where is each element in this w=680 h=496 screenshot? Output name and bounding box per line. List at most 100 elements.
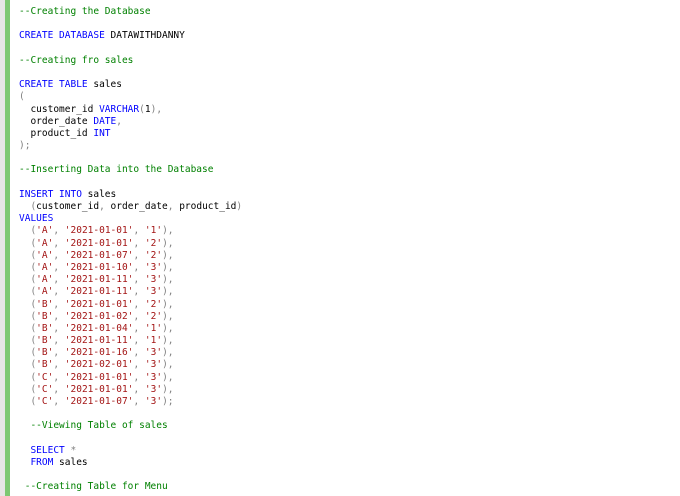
punctuation-token: ), <box>162 347 174 359</box>
code-line[interactable]: ('C', '2021-01-01', '3'), <box>19 384 680 396</box>
punctuation-token: , <box>53 225 65 237</box>
code-line[interactable] <box>19 433 680 445</box>
comment-token: --Inserting Data into the Database <box>19 164 214 176</box>
punctuation-token: ), <box>162 322 174 334</box>
punctuation-token: ( <box>19 310 37 322</box>
punctuation-token: ), <box>162 383 174 395</box>
string-token: '2021-01-02' <box>64 310 134 322</box>
string-token: '1' <box>144 225 163 237</box>
string-token: '3' <box>144 383 163 395</box>
code-line[interactable]: ('C', '2021-01-01', '3'), <box>19 372 680 384</box>
code-line[interactable]: order_date DATE, <box>19 116 680 128</box>
code-line[interactable]: ('A', '2021-01-11', '3'), <box>19 286 680 298</box>
punctuation-token: , <box>133 261 145 273</box>
code-line[interactable]: ('A', '2021-01-11', '3'), <box>19 274 680 286</box>
string-token: '2021-01-01' <box>64 298 134 310</box>
code-line[interactable]: ('B', '2021-01-01', '2'), <box>19 299 680 311</box>
punctuation-token: , <box>53 396 65 407</box>
code-line[interactable]: ('A', '2021-01-01', '1'), <box>19 225 680 237</box>
code-line[interactable]: --Inserting Data into the Database <box>19 164 680 176</box>
keyword-token: SELECT <box>19 444 71 456</box>
code-line[interactable]: ( <box>19 91 680 103</box>
code-line[interactable]: ('B', '2021-01-16', '3'), <box>19 347 680 359</box>
punctuation-token: , <box>133 371 145 383</box>
code-line[interactable]: --Viewing Table of sales <box>19 420 680 432</box>
punctuation-token: , <box>53 286 65 298</box>
punctuation-token: ), <box>162 371 174 383</box>
code-line[interactable]: ('A', '2021-01-07', '2'), <box>19 250 680 262</box>
string-token: 'B' <box>36 359 54 371</box>
punctuation-token: , <box>116 115 122 127</box>
punctuation-token: , <box>53 274 65 286</box>
code-line[interactable]: --Creating the Database <box>19 6 680 18</box>
code-line[interactable] <box>19 43 680 55</box>
identifier-token: product_id <box>19 127 94 139</box>
string-token: '2021-01-01' <box>64 225 134 237</box>
string-token: 'A' <box>36 274 54 286</box>
punctuation-token: , <box>133 396 145 407</box>
keyword-token: DATE <box>93 115 117 127</box>
code-line[interactable] <box>19 177 680 189</box>
code-line[interactable] <box>19 469 680 481</box>
string-token: 'A' <box>36 249 54 261</box>
punctuation-token: , <box>133 359 145 371</box>
string-token: 'B' <box>36 298 54 310</box>
string-token: '2' <box>144 310 163 322</box>
code-line[interactable]: ('B', '2021-01-04', '1'), <box>19 323 680 335</box>
code-line[interactable]: CREATE TABLE sales <box>19 79 680 91</box>
punctuation-token: ( <box>19 396 37 407</box>
punctuation-token: , <box>133 310 145 322</box>
punctuation-token: ) <box>236 201 243 212</box>
string-token: '2' <box>144 249 163 261</box>
code-line[interactable]: --Creating Table for Menu <box>19 481 680 493</box>
code-line[interactable]: (customer_id, order_date, product_id) <box>19 201 680 213</box>
code-line[interactable]: ); <box>19 140 680 152</box>
punctuation-token: ( <box>19 286 37 298</box>
code-line[interactable]: ('B', '2021-02-01', '3'), <box>19 359 680 371</box>
identifier-token: sales <box>59 456 88 468</box>
punctuation-token: , <box>133 383 145 395</box>
identifier-token: product_id <box>179 201 237 212</box>
code-line[interactable] <box>19 408 680 420</box>
punctuation-token: ), <box>162 298 174 310</box>
punctuation-token: ( <box>19 249 37 261</box>
string-token: 'A' <box>36 225 54 237</box>
code-line[interactable]: VALUES <box>19 213 680 225</box>
punctuation-token: , <box>53 383 65 395</box>
sql-code-editor[interactable]: --Creating the Database CREATE DATABASE … <box>19 6 680 494</box>
code-line[interactable]: ('B', '2021-01-02', '2'), <box>19 311 680 323</box>
keyword-token: VALUES <box>19 213 54 225</box>
code-line[interactable]: ('B', '2021-01-11', '1'), <box>19 335 680 347</box>
punctuation-token: ); <box>19 140 31 152</box>
code-line[interactable]: ('A', '2021-01-01', '2'), <box>19 238 680 250</box>
keyword-token: CREATE TABLE <box>19 79 94 91</box>
punctuation-token: , <box>133 249 145 261</box>
code-line[interactable]: --Creating fro sales <box>19 55 680 67</box>
code-line[interactable]: ('A', '2021-01-10', '3'), <box>19 262 680 274</box>
punctuation-token: , <box>53 347 65 359</box>
string-token: 'B' <box>36 310 54 322</box>
comment-token: --Viewing Table of sales <box>19 420 168 432</box>
code-line[interactable]: ('C', '2021-01-07', '3'); <box>19 396 680 408</box>
punctuation-token: , <box>53 359 65 371</box>
code-line[interactable]: FROM sales <box>19 457 680 469</box>
identifier-token: customer_id <box>36 201 100 212</box>
code-line[interactable]: CREATE DATABASE DATAWITHDANNY <box>19 30 680 42</box>
comment-token: --Creating fro sales <box>19 54 134 66</box>
code-line[interactable] <box>19 67 680 79</box>
code-line[interactable]: INSERT INTO sales <box>19 189 680 201</box>
code-line[interactable]: customer_id VARCHAR(1), <box>19 104 680 116</box>
code-line[interactable]: product_id INT <box>19 128 680 140</box>
string-token: 'B' <box>36 335 54 347</box>
code-line[interactable] <box>19 18 680 30</box>
identifier-token: order_date <box>19 115 94 127</box>
identifier-token: sales <box>87 188 117 200</box>
punctuation-token: , <box>167 201 180 212</box>
string-token: '2021-01-11' <box>64 335 134 347</box>
code-line[interactable]: SELECT * <box>19 445 680 457</box>
string-token: '2' <box>144 298 163 310</box>
identifier-token: order_date <box>110 201 168 212</box>
code-line[interactable] <box>19 152 680 164</box>
punctuation-token: ( <box>19 237 37 249</box>
punctuation-token: , <box>133 298 145 310</box>
